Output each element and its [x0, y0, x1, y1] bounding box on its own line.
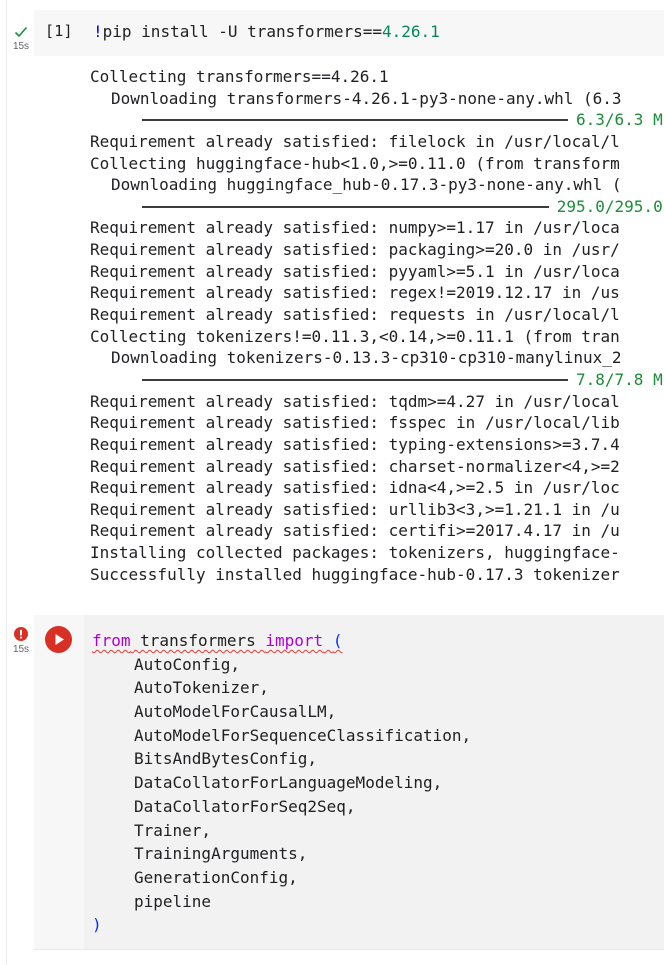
output-line: Requirement already satisfied: idna<4,>=… — [90, 478, 620, 498]
output-line: Requirement already satisfied: numpy>=1.… — [90, 218, 620, 238]
output-line: Requirement already satisfied: filelock … — [90, 131, 620, 151]
output-line: Requirement already satisfied: packaging… — [90, 240, 620, 260]
code-token: transformers — [130, 631, 266, 650]
progress-label: 6.3/6.3 M — [576, 110, 663, 130]
code-line: BitsAndBytesConfig, — [92, 747, 471, 771]
code-token: ( — [332, 631, 343, 650]
code-line: AutoModelForSequenceClassification, — [92, 724, 471, 748]
progress-bar-fill — [142, 119, 568, 122]
progress-bar: 295.0/295.0 — [90, 196, 664, 218]
code-line: pipeline — [92, 890, 471, 914]
code-line: AutoModelForCausalLM, — [92, 700, 471, 724]
output-line: Collecting transformers==4.26.1 — [90, 67, 389, 86]
code-token: AutoModelForCausalLM, — [134, 702, 337, 722]
code-cell-1[interactable]: [1] !pip install -U transformers==4.26.1 — [34, 10, 664, 56]
code-line: AutoTokenizer, — [92, 676, 471, 700]
output-line: Requirement already satisfied: tqdm>=4.2… — [90, 391, 620, 411]
output-line: Downloading transformers-4.26.1-py3-none… — [111, 88, 622, 108]
code-line: DataCollatorForSeq2Seq, — [92, 795, 471, 819]
progress-bar: 6.3/6.3 M — [90, 109, 664, 131]
code-token: DataCollatorForSeq2Seq, — [134, 796, 356, 816]
code-line: ) — [92, 913, 471, 937]
output-line: Requirement already satisfied: urllib3<3… — [90, 499, 620, 519]
progress-bar-fill — [142, 205, 549, 208]
code-token: ) — [92, 915, 102, 935]
output-line: Collecting tokenizers!=0.11.3,<0.14,>=0.… — [90, 326, 620, 346]
cell2-status: 15s — [9, 626, 33, 655]
code-token: BitsAndBytesConfig, — [134, 749, 318, 769]
code-token: AutoConfig, — [134, 654, 240, 674]
cell1-output: Collecting transformers==4.26.1 Downloadi… — [90, 66, 664, 585]
output-line: Requirement already satisfied: pyyaml>=5… — [90, 261, 620, 281]
error-icon — [9, 626, 33, 645]
execution-count: [1] — [45, 22, 73, 40]
shell-command: pip install -U transformers== — [102, 22, 382, 41]
version-literal: 4.26.1 — [382, 22, 440, 41]
gutter-divider — [6, 0, 7, 965]
progress-bar-fill — [142, 378, 568, 381]
output-line: Requirement already satisfied: charset-n… — [90, 456, 620, 476]
code-line: AutoConfig, — [92, 653, 471, 677]
code-line: TrainingArguments, — [92, 842, 471, 866]
output-line: Downloading huggingface_hub-0.17.3-py3-n… — [111, 175, 622, 195]
code-token: AutoModelForSequenceClassification, — [134, 725, 472, 745]
code-token: DataCollatorForLanguageModeling, — [134, 773, 443, 793]
progress-label: 7.8/7.8 M — [576, 369, 663, 389]
code-token: GenerationConfig, — [134, 867, 298, 887]
cell2-code[interactable]: from transformers import (AutoConfig, Aut… — [92, 629, 471, 937]
code-token: AutoTokenizer, — [134, 678, 269, 698]
check-icon — [9, 23, 33, 42]
code-line: from transformers import ( — [92, 629, 471, 653]
cell-divider — [34, 949, 664, 950]
run-cell-button[interactable] — [45, 626, 72, 653]
progress-bar: 7.8/7.8 M — [90, 369, 664, 391]
code-token: import — [265, 631, 324, 650]
output-line: Installing collected packages: tokenizer… — [90, 543, 620, 563]
code-token: pipeline — [134, 891, 212, 911]
cell1-code-line[interactable]: !pip install -U transformers==4.26.1 — [93, 22, 440, 41]
output-line: Requirement already satisfied: requests … — [90, 305, 620, 325]
output-line: Requirement already satisfied: fsspec in… — [90, 413, 620, 433]
output-line: Downloading tokenizers-0.13.3-cp310-cp31… — [111, 348, 622, 368]
progress-label: 295.0/295.0 — [556, 196, 663, 216]
code-line: GenerationConfig, — [92, 866, 471, 890]
code-token: from — [92, 631, 131, 650]
output-line: Requirement already satisfied: typing-ex… — [90, 434, 620, 454]
code-line: DataCollatorForLanguageModeling, — [92, 771, 471, 795]
shell-bang: ! — [93, 22, 103, 41]
code-token: TrainingArguments, — [134, 844, 308, 864]
execution-time: 15s — [12, 41, 30, 52]
code-line: Trainer, — [92, 819, 471, 843]
execution-time: 15s — [12, 644, 30, 655]
output-line: Successfully installed huggingface-hub-0… — [90, 564, 620, 584]
code-token: Trainer, — [134, 820, 212, 840]
output-line: Requirement already satisfied: certifi>=… — [90, 521, 620, 541]
cell1-status: 15s — [9, 23, 33, 52]
output-line: Collecting huggingface-hub<1.0,>=0.11.0 … — [90, 153, 620, 173]
output-line: Requirement already satisfied: regex!=20… — [90, 283, 620, 303]
